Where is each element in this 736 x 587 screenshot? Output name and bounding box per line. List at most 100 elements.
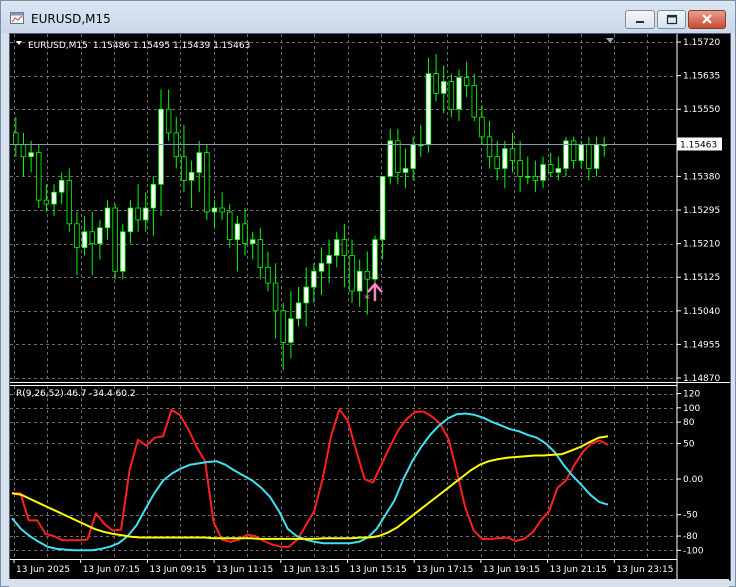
price-tick-label: 1.14870 — [683, 374, 720, 384]
bull-candle-body — [525, 175, 531, 178]
bull-candle-body — [356, 270, 363, 292]
bear-candle-body — [242, 223, 248, 245]
price-tick-label: 1.15040 — [683, 307, 720, 317]
candle — [288, 291, 294, 359]
indicator-tick-label: 120 — [683, 390, 700, 400]
bull-candle-body — [158, 108, 164, 185]
bull-candle-body — [578, 144, 584, 161]
candle — [242, 208, 248, 256]
bear-candle-body — [89, 231, 95, 245]
indicator-tick-label: -50 — [683, 511, 698, 521]
candle — [402, 148, 409, 189]
time-label: 13 Jun 15:15 — [350, 565, 407, 575]
bear-candle-body — [43, 199, 50, 205]
time-label: 13 Jun 09:15 — [149, 565, 206, 575]
candle — [127, 200, 134, 244]
candle — [89, 211, 95, 276]
bull-candle-body — [334, 239, 340, 256]
minimize-icon — [636, 21, 644, 23]
candle — [303, 267, 309, 327]
bear-candle-body — [517, 160, 523, 177]
bull-candle-body — [387, 140, 393, 177]
bull-candle-body — [318, 262, 325, 272]
candle — [173, 117, 180, 169]
maximize-button[interactable] — [657, 10, 686, 29]
bear-candle-body — [135, 207, 141, 221]
candle — [43, 184, 50, 212]
time-labels: 13 Jun 2025 13 Jun 07:15 13 Jun 09:15 13 Ju… — [13, 559, 673, 575]
candle — [112, 204, 118, 280]
candle — [265, 251, 271, 292]
bull-candle-body — [211, 207, 218, 213]
bull-candle-body — [234, 223, 241, 241]
candle — [51, 184, 57, 216]
bull-candle-body — [142, 207, 149, 221]
indicator-tick-label: 50 — [683, 439, 695, 449]
price-tick-label: 1.14955 — [683, 340, 720, 350]
chart-canvas[interactable]: 1.15463 * 1.157201.156351.155501.153801.… — [10, 34, 730, 580]
bull-candle-body — [81, 231, 88, 248]
candle — [525, 156, 531, 185]
bear-candle-body — [112, 207, 118, 272]
candle — [593, 136, 600, 177]
candle — [601, 136, 607, 157]
bear-candle-body — [547, 164, 554, 173]
candle — [540, 156, 546, 189]
chart-window: EURUSD,M15 1.15463 * 1.15720 1.15635 1.155… — [0, 0, 736, 587]
bull-candle-body — [295, 302, 302, 320]
close-button[interactable] — [688, 10, 726, 29]
bull-candle-body — [540, 164, 546, 181]
candle — [433, 53, 439, 102]
bull-candle-body — [288, 318, 294, 343]
bear-candle-body — [341, 239, 348, 256]
candle — [165, 89, 172, 141]
bear-candle-body — [257, 239, 264, 268]
time-label: 13 Jun 23:15 — [616, 565, 673, 575]
fast-line — [12, 408, 609, 548]
candle — [387, 128, 393, 185]
bear-candle-body — [570, 140, 577, 161]
bull-candle-body — [402, 168, 409, 173]
bull-candle-body — [502, 148, 508, 169]
bear-candle-body — [486, 136, 493, 158]
bear-candle-body — [364, 270, 371, 280]
candle — [586, 136, 592, 181]
candle — [104, 200, 111, 240]
candle — [36, 144, 42, 209]
indicator-label: R(9,26,52) 46.7 -34.4 60.2 — [16, 389, 136, 399]
time-label: 13 Jun 13:15 — [283, 565, 340, 575]
bull-candle-body — [326, 255, 332, 264]
bull-candle-body — [593, 144, 600, 169]
bear-candle-body — [265, 266, 271, 284]
bear-candle-body — [479, 116, 485, 138]
time-label: 13 Jun 11:15 — [216, 565, 273, 575]
candle — [295, 287, 302, 327]
candle — [257, 227, 264, 280]
bear-candle-body — [74, 223, 80, 248]
minimize-button[interactable] — [625, 10, 655, 29]
candle — [150, 176, 157, 236]
candle — [456, 69, 462, 122]
price-tick-label: 1.15380 — [683, 172, 720, 182]
bull-candle-body — [372, 239, 378, 280]
candle — [502, 140, 508, 189]
bear-candle-body — [532, 175, 539, 181]
candle — [272, 263, 279, 339]
indicator-tick-label: 100 — [683, 404, 700, 414]
bull-candle-body — [379, 175, 386, 241]
price-tick-label: 1.15295 — [683, 206, 720, 216]
candle — [20, 132, 27, 177]
title-bar[interactable]: EURUSD,M15 — [1, 1, 735, 33]
bear-candle-body — [66, 179, 73, 225]
chart-area[interactable]: 1.15463 * 1.15720 1.15635 1.15550 1.15380 1.… — [9, 33, 731, 581]
bull-candle-body — [249, 239, 256, 245]
candle — [66, 168, 73, 232]
restore-icon — [666, 14, 678, 25]
bear-candle-body — [181, 156, 187, 181]
bull-candle-body — [97, 227, 103, 245]
candle — [532, 160, 539, 193]
bear-candle-body — [494, 156, 500, 169]
candle — [158, 89, 164, 216]
bull-candle-body — [555, 168, 562, 173]
candle — [234, 215, 241, 272]
